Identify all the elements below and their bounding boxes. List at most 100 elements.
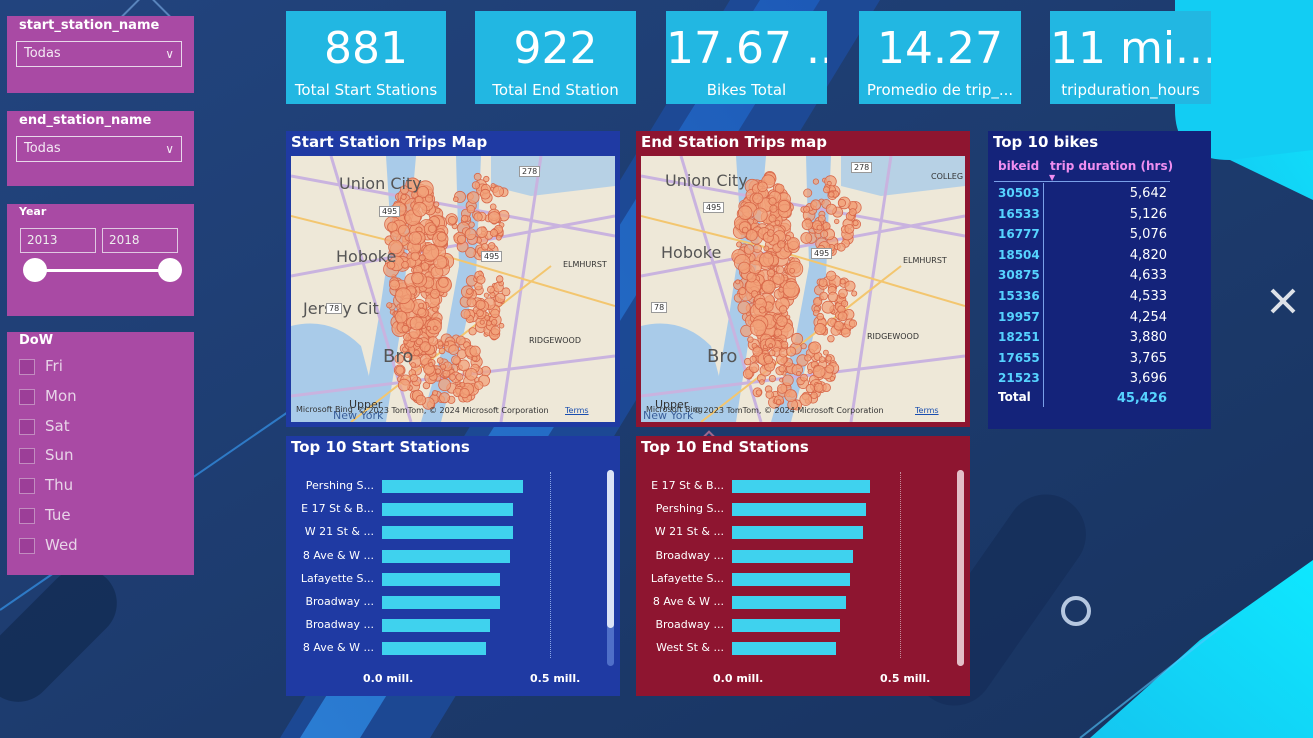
station-marker[interactable] xyxy=(818,278,828,288)
station-marker[interactable] xyxy=(810,391,818,399)
station-marker[interactable] xyxy=(425,194,434,203)
station-marker[interactable] xyxy=(816,224,823,231)
year-slider-handle-start[interactable] xyxy=(23,258,47,282)
bar[interactable] xyxy=(732,596,847,609)
station-marker[interactable] xyxy=(453,196,459,202)
station-marker[interactable] xyxy=(840,327,851,338)
station-marker[interactable] xyxy=(485,320,492,327)
station-marker[interactable] xyxy=(752,192,764,204)
station-marker[interactable] xyxy=(852,220,859,227)
bar-row[interactable]: 8 Ave & W ... xyxy=(286,545,586,568)
station-marker[interactable] xyxy=(829,376,835,382)
map-terms-link[interactable]: Terms xyxy=(565,406,589,415)
station-marker[interactable] xyxy=(745,229,758,241)
station-marker[interactable] xyxy=(737,205,753,220)
station-marker[interactable] xyxy=(800,373,808,382)
station-marker[interactable] xyxy=(749,355,757,363)
bar[interactable] xyxy=(382,596,500,609)
station-marker[interactable] xyxy=(481,242,489,251)
station-marker[interactable] xyxy=(774,219,781,226)
bar[interactable] xyxy=(732,572,850,586)
station-marker[interactable] xyxy=(799,393,813,406)
station-marker[interactable] xyxy=(464,228,477,240)
station-marker[interactable] xyxy=(736,241,743,248)
kpi-card-total-start-stations[interactable]: 881 Total Start Stations xyxy=(286,11,446,104)
station-marker[interactable] xyxy=(444,341,450,347)
bar-row[interactable]: Broadway ... xyxy=(286,614,586,637)
station-marker[interactable] xyxy=(426,325,432,331)
bar[interactable] xyxy=(732,642,837,656)
station-marker[interactable] xyxy=(755,389,762,396)
station-marker[interactable] xyxy=(484,315,490,321)
station-marker[interactable] xyxy=(778,364,786,373)
station-marker[interactable] xyxy=(844,224,855,234)
station-marker[interactable] xyxy=(473,172,482,181)
station-marker[interactable] xyxy=(784,234,791,241)
station-marker[interactable] xyxy=(791,332,804,345)
station-marker[interactable] xyxy=(428,224,437,233)
station-marker[interactable] xyxy=(412,201,428,217)
station-marker[interactable] xyxy=(758,306,767,314)
station-marker[interactable] xyxy=(479,319,485,325)
station-marker[interactable] xyxy=(476,226,488,238)
station-marker[interactable] xyxy=(769,204,778,213)
kpi-card-tripduration-hours[interactable]: 11 mi... tripduration_hours xyxy=(1050,11,1211,104)
dow-option-fri[interactable]: Fri xyxy=(19,354,63,378)
station-marker[interactable] xyxy=(487,242,496,250)
station-marker[interactable] xyxy=(476,309,484,317)
station-marker[interactable] xyxy=(782,374,794,387)
bar-row[interactable]: West St & ... xyxy=(636,637,936,660)
station-marker[interactable] xyxy=(737,301,751,315)
station-marker[interactable] xyxy=(766,229,775,237)
station-marker[interactable] xyxy=(473,212,483,222)
station-marker[interactable] xyxy=(748,362,760,373)
station-marker[interactable] xyxy=(844,280,856,292)
station-marker[interactable] xyxy=(837,311,848,322)
station-marker[interactable] xyxy=(837,198,846,208)
bar[interactable] xyxy=(732,549,853,563)
station-marker[interactable] xyxy=(460,308,471,319)
station-marker[interactable] xyxy=(778,305,788,314)
station-marker[interactable] xyxy=(409,374,419,383)
station-marker[interactable] xyxy=(825,203,837,215)
dow-option-mon[interactable]: Mon xyxy=(19,384,77,408)
station-marker[interactable] xyxy=(495,275,504,283)
station-marker[interactable] xyxy=(410,251,420,261)
dow-option-sun[interactable]: Sun xyxy=(19,443,74,467)
station-marker[interactable] xyxy=(487,211,501,224)
station-marker[interactable] xyxy=(466,288,473,295)
station-marker[interactable] xyxy=(490,308,500,319)
year-slider-handle-end[interactable] xyxy=(158,258,182,282)
station-marker[interactable] xyxy=(415,337,424,346)
station-marker[interactable] xyxy=(409,316,424,331)
bar-row[interactable]: 8 Ave & W ... xyxy=(636,591,936,614)
bar[interactable] xyxy=(382,572,500,586)
station-marker[interactable] xyxy=(435,208,441,214)
station-marker[interactable] xyxy=(822,349,829,356)
station-marker[interactable] xyxy=(436,357,444,364)
bar-row[interactable]: Broadway ... xyxy=(636,545,936,568)
station-marker[interactable] xyxy=(437,340,444,347)
bar-row[interactable]: Pershing S... xyxy=(636,498,936,521)
bar[interactable] xyxy=(732,619,840,633)
station-marker[interactable] xyxy=(786,260,804,278)
station-marker[interactable] xyxy=(752,244,762,254)
station-marker[interactable] xyxy=(775,399,782,405)
station-marker[interactable] xyxy=(471,181,480,190)
station-marker[interactable] xyxy=(400,193,407,200)
station-marker[interactable] xyxy=(480,188,491,200)
station-marker[interactable] xyxy=(492,185,505,198)
column-header-trip-duration[interactable]: trip duration (hrs) xyxy=(1050,159,1173,173)
station-marker[interactable] xyxy=(808,341,822,355)
station-marker[interactable] xyxy=(812,178,819,185)
station-marker[interactable] xyxy=(397,224,410,237)
station-marker[interactable] xyxy=(826,270,837,281)
station-marker[interactable] xyxy=(418,302,425,309)
station-marker[interactable] xyxy=(819,291,829,301)
station-marker[interactable] xyxy=(438,277,449,288)
year-to-input[interactable]: 2018 xyxy=(102,228,178,253)
station-marker[interactable] xyxy=(456,335,466,346)
scrollbar-thumb[interactable] xyxy=(957,470,964,666)
station-marker[interactable] xyxy=(469,345,481,357)
station-marker[interactable] xyxy=(474,380,484,390)
